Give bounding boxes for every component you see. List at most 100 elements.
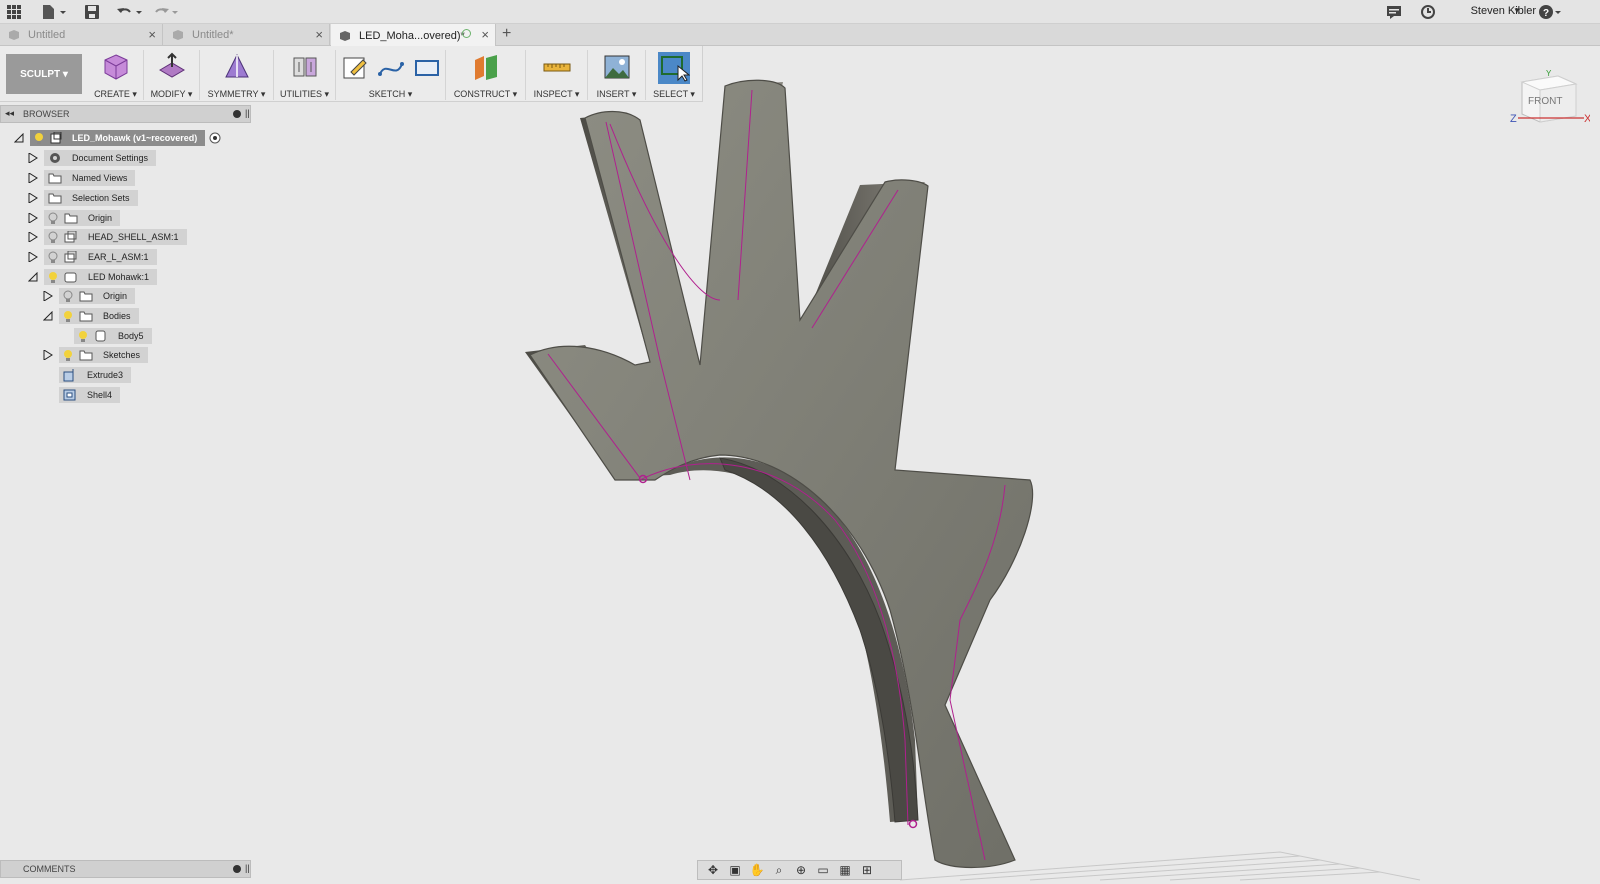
- comments-panel-header[interactable]: COMMENTS ||: [0, 860, 251, 878]
- visibility-bulb-icon[interactable]: [78, 330, 88, 342]
- tree-item-origin-nested[interactable]: Origin: [43, 288, 136, 304]
- pin-icon[interactable]: ||: [245, 108, 250, 118]
- folder-icon: [64, 213, 78, 224]
- collapsed-triangle-icon[interactable]: [28, 252, 38, 262]
- tab-label: Untitled*: [192, 29, 234, 41]
- file-menu-icon[interactable]: [40, 3, 68, 21]
- tree-item-document-settings[interactable]: Document Settings: [28, 150, 157, 166]
- workspace-switcher[interactable]: SCULPT ▾: [6, 54, 82, 94]
- tree-item-head-shell-asm[interactable]: HEAD_SHELL_ASM:1: [28, 229, 187, 245]
- document-icon: [173, 30, 183, 40]
- shell-icon: [63, 389, 76, 401]
- expanded-triangle-icon[interactable]: [28, 272, 38, 282]
- user-menu-chevron-icon[interactable]: ▼: [1513, 6, 1521, 15]
- component-icon: [50, 132, 62, 144]
- visibility-bulb-icon[interactable]: [63, 310, 73, 322]
- app-grid-icon[interactable]: [6, 3, 22, 21]
- tree-item-body5[interactable]: Body5: [74, 328, 152, 344]
- close-icon[interactable]: ×: [315, 27, 323, 42]
- tree-item-shell4[interactable]: Shell4: [59, 387, 121, 403]
- pan-hand-icon[interactable]: ✋: [748, 863, 766, 877]
- sketch-point-marker[interactable]: [908, 819, 918, 829]
- undo-icon[interactable]: [116, 3, 144, 21]
- job-status-icon[interactable]: [1420, 3, 1436, 21]
- collapsed-triangle-icon[interactable]: [43, 291, 53, 301]
- activate-radio-icon[interactable]: [209, 132, 221, 144]
- gear-icon: [50, 153, 60, 163]
- visibility-bulb-icon[interactable]: [48, 212, 58, 224]
- add-comment-icon[interactable]: [233, 865, 241, 873]
- grid-settings-icon[interactable]: ▦: [836, 863, 854, 877]
- expanded-triangle-icon[interactable]: [14, 133, 24, 143]
- comments-title: COMMENTS: [23, 864, 76, 874]
- visibility-bulb-icon[interactable]: [34, 132, 44, 144]
- expanded-triangle-icon[interactable]: [43, 311, 53, 321]
- tree-item-ear-l-asm[interactable]: EAR_L_ASM:1: [28, 249, 157, 265]
- folder-icon: [79, 350, 93, 361]
- add-tab-button[interactable]: +: [502, 25, 511, 43]
- tree-item-selection-sets[interactable]: Selection Sets: [28, 190, 138, 206]
- document-tab-bar: Untitled × Untitled* × LED_Moha...overed…: [0, 24, 1600, 47]
- component-icon: [64, 272, 77, 283]
- collapsed-triangle-icon[interactable]: [43, 350, 53, 360]
- collapsed-triangle-icon[interactable]: [28, 232, 38, 242]
- tree-root-label: LED_Mohawk (v1~recovered): [72, 133, 198, 143]
- tab-label: Untitled: [28, 29, 66, 41]
- app-bar: Steven Kibler ▼ ?: [0, 0, 1600, 24]
- collapsed-triangle-icon[interactable]: [28, 193, 38, 203]
- tree-item-sketches[interactable]: Sketches: [43, 347, 149, 363]
- zoom-icon[interactable]: ⌕: [770, 863, 788, 877]
- collapsed-triangle-icon[interactable]: [28, 153, 38, 163]
- close-icon[interactable]: ×: [481, 27, 489, 42]
- tree-root[interactable]: LED_Mohawk (v1~recovered): [14, 130, 221, 146]
- x-axis-label: X: [1584, 113, 1590, 125]
- tree-item-led-mohawk[interactable]: LED Mohawk:1: [28, 269, 158, 285]
- navigation-bar: ✥ ▣ ✋ ⌕ ⊕ ▭ ▦ ⊞: [697, 860, 902, 880]
- tree-item-extrude3[interactable]: Extrude3: [59, 367, 132, 383]
- orbit-icon[interactable]: ✥: [704, 863, 722, 877]
- user-name-menu[interactable]: Steven Kibler: [1471, 5, 1536, 17]
- create-group[interactable]: CREATE ▾: [88, 50, 144, 100]
- collapsed-triangle-icon[interactable]: [28, 213, 38, 223]
- 3d-viewport-canvas[interactable]: [252, 46, 1600, 884]
- tree-item-named-views[interactable]: Named Views: [28, 170, 136, 186]
- browser-options-icon[interactable]: [233, 110, 241, 118]
- folder-icon: [79, 311, 93, 322]
- folder-icon: [48, 193, 62, 204]
- collapse-panel-icon[interactable]: ◂◂: [5, 108, 14, 119]
- visibility-bulb-icon[interactable]: [63, 349, 73, 361]
- pin-icon[interactable]: ||: [245, 863, 250, 873]
- symmetry-icon: [224, 53, 249, 78]
- help-icon[interactable]: ?: [1538, 3, 1562, 21]
- tab-untitled-1[interactable]: Untitled ×: [0, 24, 163, 46]
- viewports-icon[interactable]: ⊞: [858, 863, 876, 877]
- visibility-bulb-icon[interactable]: [63, 290, 73, 302]
- save-icon[interactable]: [84, 3, 100, 21]
- unsaved-status-icon: [462, 29, 471, 38]
- tab-led-mohawk[interactable]: LED_Moha...overed)* ×: [331, 24, 496, 47]
- visibility-bulb-icon[interactable]: [48, 231, 58, 243]
- y-axis-label: Y: [1546, 70, 1552, 78]
- browser-title: BROWSER: [23, 109, 70, 119]
- collapsed-triangle-icon[interactable]: [28, 173, 38, 183]
- visibility-bulb-icon[interactable]: [48, 251, 58, 263]
- visibility-bulb-icon[interactable]: [48, 271, 58, 283]
- display-settings-icon[interactable]: ▭: [814, 863, 832, 877]
- tab-label: LED_Moha...overed)*: [359, 29, 465, 42]
- document-icon: [340, 30, 350, 41]
- viewcube[interactable]: FRONT X Z Y: [1510, 70, 1590, 130]
- tree-item-origin[interactable]: Origin: [28, 210, 121, 226]
- tab-untitled-2[interactable]: Untitled* ×: [164, 24, 330, 46]
- browser-header[interactable]: ◂◂ BROWSER ||: [0, 105, 251, 123]
- fit-zoom-icon[interactable]: ⊕: [792, 863, 810, 877]
- viewcube-face-label[interactable]: FRONT: [1528, 96, 1562, 107]
- edit-form-icon: [158, 52, 185, 78]
- modify-group[interactable]: MODIFY ▾: [144, 50, 200, 100]
- component-icon: [64, 231, 77, 243]
- close-icon[interactable]: ×: [148, 27, 156, 42]
- redo-icon[interactable]: [152, 3, 180, 21]
- look-at-icon[interactable]: ▣: [726, 863, 744, 877]
- notifications-icon[interactable]: [1386, 3, 1402, 21]
- box-icon: [104, 54, 127, 80]
- tree-item-bodies[interactable]: Bodies: [43, 308, 139, 324]
